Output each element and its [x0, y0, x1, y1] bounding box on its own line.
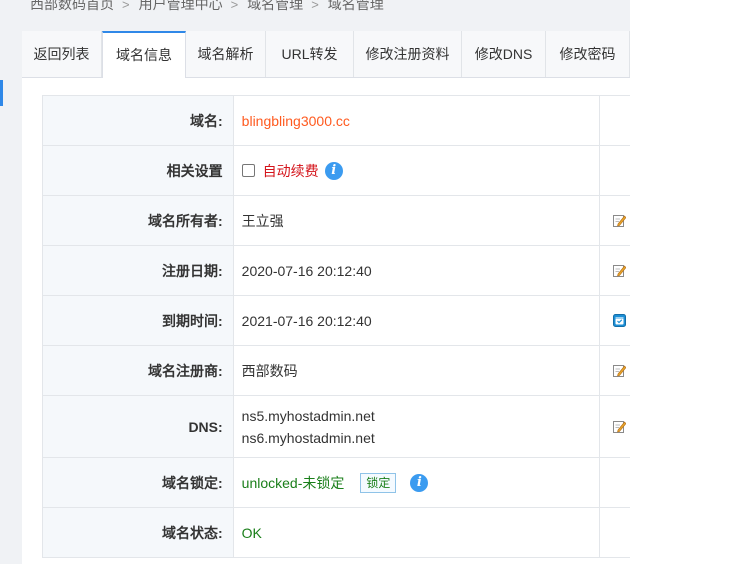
tab-back-to-list[interactable]: 返回列表 [22, 31, 102, 77]
row-settings: 相关设置 自动续费 i [43, 146, 630, 196]
registrar-value-cell: 西部数码 [234, 346, 601, 395]
status-action-cell [600, 508, 630, 557]
auto-renew-info-icon[interactable]: i [324, 161, 343, 180]
owner-label: 域名所有者: [43, 196, 234, 245]
registrar-action-cell [600, 346, 630, 395]
breadcrumb-home[interactable]: 西部数码首页 [30, 0, 114, 14]
status-value-cell: OK [234, 508, 601, 557]
tab-dns-resolution[interactable]: 域名解析 [186, 31, 266, 77]
auto-renew-label[interactable]: 自动续费 [263, 161, 319, 181]
owner-action-cell [600, 196, 630, 245]
tab-domain-info[interactable]: 域名信息 [102, 31, 186, 78]
tab-edit-registration[interactable]: 修改注册资料 [354, 31, 462, 77]
dns-server-1: ns5.myhostadmin.net [241, 407, 375, 424]
breadcrumb-domain-management[interactable]: 域名管理 [247, 0, 303, 14]
registered-date-value: 2020-07-16 20:12:40 [241, 262, 372, 279]
edit-icon[interactable] [612, 364, 626, 377]
breadcrumb: 西部数码首页 > 用户管理中心 > 域名管理 > 域名管理 [30, 0, 384, 14]
tab-bar: 返回列表 域名信息 域名解析 URL转发 修改注册资料 修改DNS 修改密码 [22, 31, 630, 78]
settings-action-cell [600, 146, 630, 195]
breadcrumb-separator: > [230, 0, 239, 12]
registered-label: 注册日期: [43, 246, 234, 295]
breadcrumb-current: 域名管理 [327, 0, 384, 12]
domain-action-cell [600, 96, 630, 145]
tab-change-password[interactable]: 修改密码 [546, 31, 630, 77]
owner-value-cell: 王立强 [234, 196, 601, 245]
tab-url-forwarding[interactable]: URL转发 [266, 31, 354, 77]
domain-info-table: 域名: blingbling3000.cc 相关设置 自动续费 i 域名所有者: [42, 95, 630, 558]
dns-server-list: ns5.myhostadmin.net ns6.myhostadmin.net [242, 405, 375, 449]
edit-icon[interactable] [612, 214, 626, 227]
row-owner: 域名所有者: 王立强 [43, 196, 630, 246]
edit-icon[interactable] [612, 420, 626, 433]
status-label: 域名状态: [43, 508, 234, 557]
edit-icon[interactable] [612, 264, 626, 277]
expires-date-value: 2021-07-16 20:12:40 [241, 312, 372, 329]
dns-server-2: ns6.myhostadmin.net [241, 429, 375, 446]
lock-status-value: unlocked-未锁定 [241, 474, 345, 491]
lock-action-cell [600, 458, 630, 507]
registrar-label: 域名注册商: [43, 346, 234, 395]
row-registered: 注册日期: 2020-07-16 20:12:40 [43, 246, 630, 296]
renew-icon[interactable] [612, 314, 626, 327]
row-expires: 到期时间: 2021-07-16 20:12:40 [43, 296, 630, 346]
dns-action-cell [600, 396, 630, 457]
domain-label: 域名: [43, 96, 234, 145]
tab-content: 域名: blingbling3000.cc 相关设置 自动续费 i 域名所有者: [22, 78, 630, 564]
registered-action-cell [600, 246, 630, 295]
expires-value-cell: 2021-07-16 20:12:40 [234, 296, 601, 345]
domain-status-value: OK [241, 524, 262, 541]
dns-value-cell: ns5.myhostadmin.net ns6.myhostadmin.net [234, 396, 601, 457]
lock-value-cell: unlocked-未锁定 锁定 i [234, 458, 601, 507]
owner-value: 王立强 [241, 212, 284, 229]
auto-renew-checkbox[interactable] [241, 164, 255, 177]
domain-name-value: blingbling3000.cc [241, 112, 350, 129]
domain-value-cell: blingbling3000.cc [234, 96, 601, 145]
row-dns: DNS: ns5.myhostadmin.net ns6.myhostadmin… [43, 396, 630, 458]
settings-value-cell: 自动续费 i [234, 146, 601, 195]
dns-label: DNS: [43, 396, 234, 457]
registered-value-cell: 2020-07-16 20:12:40 [234, 246, 601, 295]
expires-action-cell [600, 296, 630, 345]
breadcrumb-separator: > [311, 0, 319, 12]
left-accent-bar [0, 80, 3, 106]
tab-edit-dns[interactable]: 修改DNS [462, 31, 546, 77]
settings-label: 相关设置 [43, 146, 234, 195]
lock-button[interactable]: 锁定 [360, 472, 397, 493]
row-domain: 域名: blingbling3000.cc [43, 96, 630, 146]
breadcrumb-separator: > [122, 0, 130, 12]
row-registrar: 域名注册商: 西部数码 [43, 346, 630, 396]
lock-info-icon[interactable]: i [410, 473, 429, 492]
expires-label: 到期时间: [43, 296, 234, 345]
breadcrumb-user-center[interactable]: 用户管理中心 [139, 0, 223, 14]
row-lock: 域名锁定: unlocked-未锁定 锁定 i [43, 458, 630, 508]
registrar-value: 西部数码 [241, 362, 298, 379]
lock-label: 域名锁定: [43, 458, 234, 507]
main-panel: 西部数码首页 > 用户管理中心 > 域名管理 > 域名管理 返回列表 域名信息 域名解析 U… [0, 0, 630, 564]
row-status: 域名状态: OK [43, 508, 630, 558]
